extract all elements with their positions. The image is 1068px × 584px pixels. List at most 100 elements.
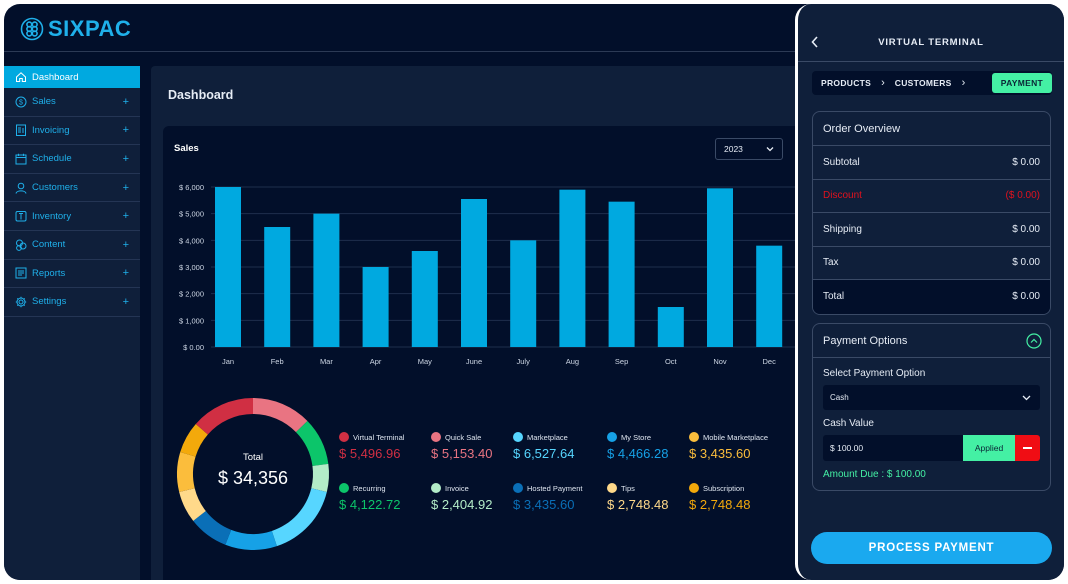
donut-slice-marketplace[interactable] <box>271 488 327 547</box>
legend-label: Tips <box>607 483 668 493</box>
sidebar-item-label: Dashboard <box>32 71 79 83</box>
sidebar-item-settings[interactable]: Settings + <box>4 288 140 317</box>
expand-icon[interactable]: + <box>123 124 129 136</box>
expand-icon[interactable]: + <box>123 96 129 108</box>
legend-label-text: Hosted Payment <box>527 483 583 493</box>
bar-july[interactable] <box>510 240 537 347</box>
legend-item: Hosted Payment $ 3,435.60 <box>513 483 582 512</box>
sidebar-item-reports[interactable]: Reports + <box>4 260 140 289</box>
calendar-icon <box>15 153 27 165</box>
applied-button[interactable]: Applied <box>963 435 1015 461</box>
legend-label: Subscription <box>689 483 750 493</box>
legend-label: Recurring <box>339 483 400 493</box>
sidebar-item-invoicing[interactable]: Invoicing + <box>4 117 140 146</box>
legend-value: $ 3,435.60 <box>689 446 751 461</box>
legend-label: Marketplace <box>513 432 574 442</box>
expand-icon[interactable]: + <box>123 239 129 251</box>
x-tick-label: Aug <box>566 357 579 366</box>
legend-dot-icon <box>689 432 699 442</box>
donut-total-label: Total <box>242 452 264 463</box>
x-tick-label: June <box>466 357 482 366</box>
discount-row: Discount ($ 0.00) <box>813 180 1050 213</box>
legend-label-text: Mobile Marketplace <box>703 432 769 442</box>
row-value: ($ 0.00) <box>1005 190 1040 202</box>
virtual-terminal-title: VIRTUAL TERMINAL <box>878 37 984 48</box>
year-select[interactable]: 2023 <box>715 138 783 160</box>
year-select-value: 2023 <box>724 144 743 154</box>
expand-icon[interactable]: + <box>123 182 129 194</box>
box-icon <box>15 210 27 222</box>
sidebar-item-label: Sales <box>32 96 56 108</box>
bar-feb[interactable] <box>264 227 291 347</box>
sidebar-item-inventory[interactable]: Inventory + <box>4 202 140 231</box>
cash-value-label: Cash Value <box>823 418 874 429</box>
user-icon <box>15 182 27 194</box>
payment-options: Payment Options Select Payment Option Ca… <box>812 323 1051 491</box>
expand-icon[interactable]: + <box>123 296 129 308</box>
sales-bar-chart: $ 0.00 $ 1,000 $ 2,000 $ 3,000 $ 4,000 $ 5,00… <box>179 183 801 366</box>
order-overview: Order Overview Subtotal $ 0.00 Discount … <box>812 111 1051 315</box>
total-row: Total $ 0.00 <box>813 280 1050 314</box>
bar-may[interactable] <box>411 251 438 347</box>
select-payment-option-label: Select Payment Option <box>823 368 926 379</box>
bar-mar[interactable] <box>313 213 340 347</box>
payment-options-body: Select Payment Option Cash Cash Value $ … <box>813 358 1050 490</box>
bar-apr[interactable] <box>362 267 389 347</box>
donut-total-value: $ 34,356 <box>217 468 289 488</box>
page-title: Dashboard <box>168 88 234 102</box>
legend-value: $ 2,404.92 <box>431 497 493 512</box>
row-value: $ 0.00 <box>1012 156 1040 168</box>
shipping-row: Shipping $ 0.00 <box>813 213 1050 247</box>
legend-dot-icon <box>689 483 699 493</box>
step-payment[interactable]: PAYMENT <box>991 73 1052 93</box>
sidebar-item-label: Settings <box>32 296 67 308</box>
expand-icon[interactable]: + <box>123 267 129 279</box>
process-payment-button[interactable]: PROCESS PAYMENT <box>811 532 1052 564</box>
remove-button[interactable] <box>1015 435 1040 461</box>
sidebar: Dashboard $ Sales + Invoicing + Schedule… <box>4 66 140 580</box>
x-tick-label: Apr <box>370 357 382 366</box>
bar-nov[interactable] <box>707 188 733 347</box>
donut-slice-my-store[interactable] <box>225 529 277 550</box>
row-value: $ 0.00 <box>1012 257 1040 269</box>
row-label: Tax <box>823 257 839 269</box>
bar-jan[interactable] <box>215 187 241 347</box>
legend-item: Subscription $ 2,748.48 <box>689 483 750 512</box>
chevron-right-icon: › <box>961 77 966 89</box>
sidebar-item-content[interactable]: Content + <box>4 231 140 260</box>
expand-icon[interactable]: + <box>123 153 129 165</box>
minus-icon <box>1023 447 1032 449</box>
brand-logo[interactable]: SIXPAC <box>20 16 131 42</box>
sidebar-item-schedule[interactable]: Schedule + <box>4 145 140 174</box>
x-tick-label: Sep <box>615 357 628 366</box>
cash-value-input[interactable]: $ 100.00 <box>823 435 963 461</box>
payment-options-header[interactable]: Payment Options <box>813 324 1050 358</box>
bar-oct[interactable] <box>657 307 684 347</box>
payment-option-select[interactable]: Cash <box>823 385 1040 410</box>
sidebar-item-customers[interactable]: Customers + <box>4 174 140 203</box>
sidebar-item-label: Content <box>32 239 66 251</box>
legend-value: $ 2,748.48 <box>689 497 751 512</box>
legend-label-text: Invoice <box>445 483 469 493</box>
donut-slice-quick-sale[interactable] <box>253 398 308 433</box>
legend-dot-icon <box>431 483 441 493</box>
legend-label-text: Subscription <box>703 483 745 493</box>
bar-sep[interactable] <box>608 201 635 347</box>
brand-name: SIXPAC <box>48 16 132 41</box>
sidebar-item-label: Schedule <box>32 153 72 165</box>
chevron-up-circle-icon[interactable] <box>1026 333 1042 349</box>
subtotal-row: Subtotal $ 0.00 <box>813 146 1050 180</box>
bar-dec[interactable] <box>756 245 783 347</box>
y-tick-label: $ 6,000 <box>179 183 204 192</box>
sidebar-item-dashboard[interactable]: Dashboard <box>4 66 140 88</box>
step-customers[interactable]: CUSTOMERS <box>895 78 952 88</box>
donut-slice-virtual-terminal[interactable] <box>195 398 253 435</box>
sidebar-item-sales[interactable]: $ Sales + <box>4 88 140 117</box>
expand-icon[interactable]: + <box>123 210 129 222</box>
step-products[interactable]: PRODUCTS <box>821 78 871 88</box>
bar-june[interactable] <box>461 199 487 347</box>
legend-label-text: My Store <box>621 432 652 442</box>
legend-item: Virtual Terminal $ 5,496.96 <box>339 432 404 461</box>
main-content: Dashboard Sales 2023 $ 0.00 $ 1,000 $ 2,00… <box>151 66 801 580</box>
bar-aug[interactable] <box>559 189 586 347</box>
